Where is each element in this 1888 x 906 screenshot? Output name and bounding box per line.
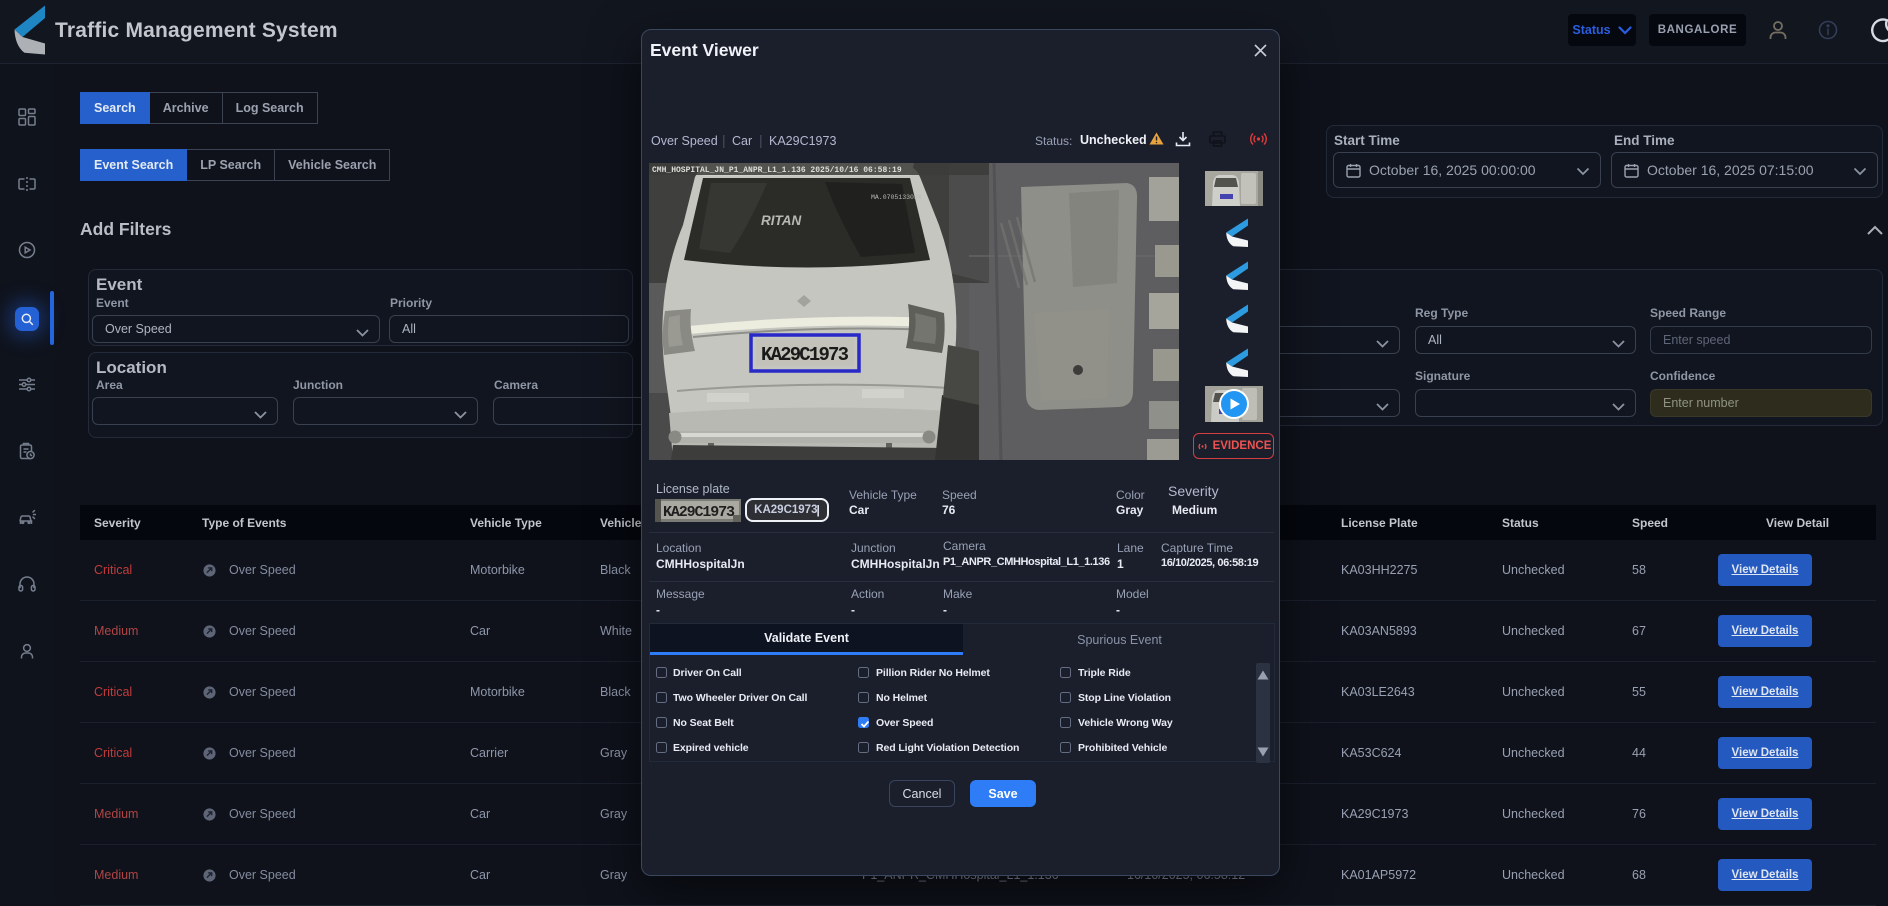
svg-text:KA29C1973: KA29C1973	[761, 344, 849, 366]
svg-text:MA.070513303X: MA.070513303X	[871, 194, 922, 201]
svg-text:RITAN: RITAN	[761, 213, 801, 228]
svg-text:KA29C1973: KA29C1973	[663, 504, 735, 521]
svg-text:CMH_HOSPITAL_JN_P1_ANPR_L1_1.1: CMH_HOSPITAL_JN_P1_ANPR_L1_1.136 2025/10…	[652, 166, 902, 175]
